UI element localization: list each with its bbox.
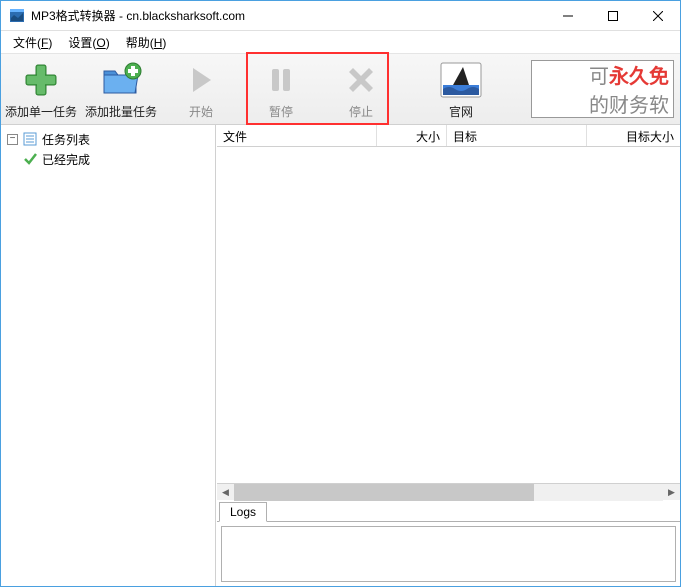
col-target[interactable]: 目标 bbox=[447, 125, 587, 146]
tree-collapse-icon[interactable]: − bbox=[7, 134, 18, 145]
pause-icon bbox=[265, 59, 297, 101]
tree-task-list[interactable]: − 任务列表 bbox=[3, 129, 213, 149]
start-button[interactable]: 开始 bbox=[161, 54, 241, 124]
folder-plus-icon bbox=[100, 59, 142, 101]
table-header: 文件 大小 目标 目标大小 bbox=[217, 125, 680, 147]
pause-label: 暂停 bbox=[269, 103, 293, 120]
shark-logo-icon bbox=[439, 59, 483, 101]
col-file[interactable]: 文件 bbox=[217, 125, 377, 146]
ad-banner[interactable]: 可永久免 的财务软 bbox=[531, 60, 674, 118]
col-size[interactable]: 大小 bbox=[377, 125, 447, 146]
titlebar: MP3格式转换器 - cn.blacksharksoft.com bbox=[1, 1, 680, 31]
maximize-button[interactable] bbox=[590, 1, 635, 31]
tree-completed-label: 已经完成 bbox=[42, 151, 90, 168]
website-label: 官网 bbox=[449, 103, 473, 120]
content-area: − 任务列表 已经完成 文件 大小 目标 目标大小 ◀ ▶ bbox=[1, 125, 680, 586]
scrollbar-thumb[interactable] bbox=[234, 484, 534, 501]
close-button[interactable] bbox=[635, 1, 680, 31]
stop-label: 停止 bbox=[349, 103, 373, 120]
play-icon bbox=[185, 59, 217, 101]
ad-line2: 的财务软 bbox=[589, 89, 669, 118]
x-icon bbox=[345, 59, 377, 101]
app-icon bbox=[9, 8, 25, 24]
add-single-label: 添加单一任务 bbox=[5, 103, 77, 120]
scrollbar-track[interactable] bbox=[234, 484, 663, 501]
add-single-task-button[interactable]: 添加单一任务 bbox=[1, 54, 81, 124]
scroll-right-arrow[interactable]: ▶ bbox=[663, 484, 680, 501]
add-batch-label: 添加批量任务 bbox=[85, 103, 157, 120]
tab-logs[interactable]: Logs bbox=[219, 502, 267, 522]
ad-line1: 可永久免 bbox=[589, 60, 669, 89]
minimize-button[interactable] bbox=[545, 1, 590, 31]
checkmark-icon bbox=[22, 151, 38, 167]
scroll-left-arrow[interactable]: ◀ bbox=[217, 484, 234, 501]
bottom-tabs: Logs bbox=[217, 500, 680, 522]
plus-icon bbox=[22, 59, 60, 101]
toolbar: 添加单一任务 添加批量任务 开始 暂停 bbox=[1, 53, 680, 125]
window-title: MP3格式转换器 - cn.blacksharksoft.com bbox=[31, 7, 245, 24]
menu-file[interactable]: 文件(F) bbox=[5, 32, 60, 53]
tree-completed[interactable]: 已经完成 bbox=[3, 149, 213, 169]
log-pane bbox=[217, 522, 680, 586]
task-list-area[interactable] bbox=[217, 147, 680, 483]
tasklist-icon bbox=[22, 131, 38, 147]
website-button[interactable]: 官网 bbox=[421, 54, 501, 124]
add-batch-task-button[interactable]: 添加批量任务 bbox=[81, 54, 161, 124]
pause-button[interactable]: 暂停 bbox=[241, 54, 321, 124]
menu-help[interactable]: 帮助(H) bbox=[118, 32, 175, 53]
sidebar: − 任务列表 已经完成 bbox=[1, 125, 216, 586]
col-target-size[interactable]: 目标大小 bbox=[587, 125, 680, 146]
stop-button[interactable]: 停止 bbox=[321, 54, 401, 124]
main-panel: 文件 大小 目标 目标大小 ◀ ▶ Logs bbox=[216, 125, 680, 586]
menubar: 文件(F) 设置(O) 帮助(H) bbox=[1, 31, 680, 53]
log-textbox[interactable] bbox=[221, 526, 676, 582]
menu-settings[interactable]: 设置(O) bbox=[60, 32, 117, 53]
start-label: 开始 bbox=[189, 103, 213, 120]
tree-task-list-label: 任务列表 bbox=[42, 131, 90, 148]
horizontal-scrollbar[interactable]: ◀ ▶ bbox=[217, 483, 680, 500]
